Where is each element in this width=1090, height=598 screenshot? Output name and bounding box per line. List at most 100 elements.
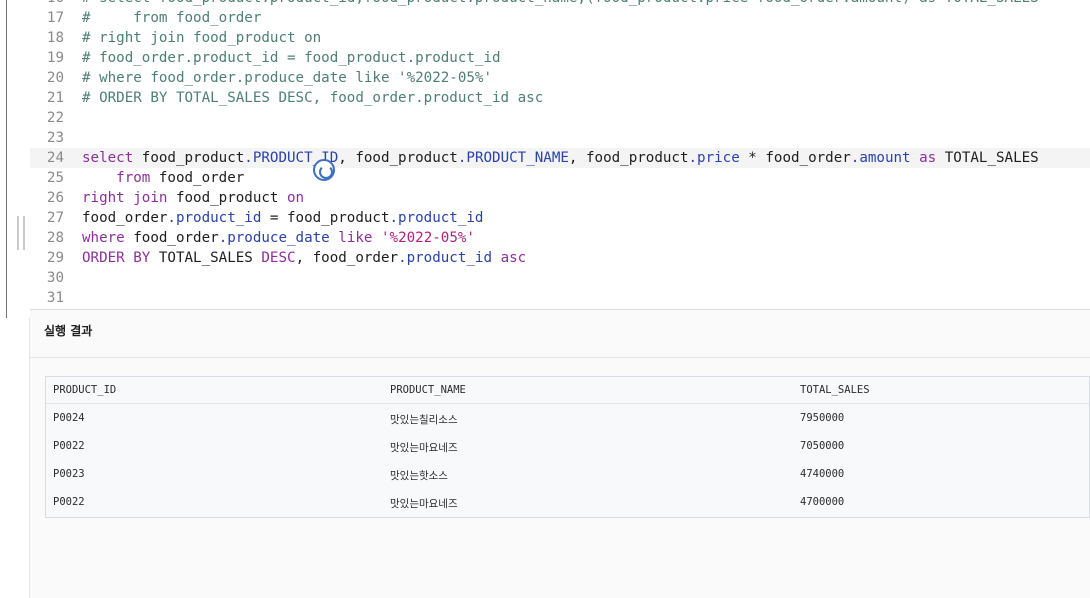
cell-total-sales: 7050000 (800, 440, 845, 452)
code-line[interactable]: 25 from food_order (30, 168, 1090, 188)
code-token: .amount (850, 150, 911, 166)
resize-handle[interactable] (17, 216, 25, 250)
table-row: P0022 맛있는마요네즈 4700000 (46, 489, 1089, 517)
code-token: , food_product (338, 150, 458, 166)
code-text: food_order.product_id = food_product.pro… (82, 208, 483, 228)
column-header-product-name[interactable]: PRODUCT_NAME (390, 384, 466, 396)
code-token: = food_product (261, 210, 390, 226)
code-text: # food_order.product_id = food_product.p… (82, 48, 501, 68)
line-number: 20 (46, 70, 64, 86)
code-token: , food_order (295, 250, 399, 266)
code-token: # food_order.product_id = food_product.p… (82, 50, 501, 66)
code-token: # from food_order (82, 10, 262, 26)
code-text: # right join food_product on (82, 28, 321, 48)
code-token: food_order (150, 170, 245, 186)
line-number: 26 (46, 190, 64, 206)
loading-spinner-icon (313, 159, 335, 181)
code-line[interactable]: 28 where food_order.produce_date like '%2… (30, 228, 1090, 248)
code-line[interactable]: 23 (30, 128, 1090, 148)
code-token: * food_order (739, 150, 851, 166)
code-text: # select food_product.product_id,food_pr… (82, 0, 1039, 8)
table-row: P0024 맛있는칠리소스 7950000 (46, 405, 1089, 433)
results-title: 실행 결과 (44, 324, 93, 338)
code-line[interactable]: 24 select food_product.PRODUCT_ID, food_p… (30, 148, 1090, 168)
code-line[interactable]: 16 # select food_product.product_id,food_… (30, 0, 1090, 8)
code-token: on (287, 190, 305, 206)
cell-product-id: P0022 (53, 496, 85, 508)
code-editor[interactable]: 16 # select food_product.product_id,food_… (30, 0, 1090, 310)
code-token: .price (688, 150, 740, 166)
cell-product-id: P0024 (53, 412, 85, 424)
code-token: select (82, 150, 134, 166)
code-token: from (82, 170, 151, 186)
line-number: 25 (46, 170, 64, 186)
code-text: where food_order.produce_date like '%202… (82, 228, 475, 248)
code-token: TOTAL_SALES (150, 250, 262, 266)
line-number: 22 (46, 110, 64, 126)
code-text: # where food_order.produce_date like '%2… (82, 68, 492, 88)
table-row: P0022 맛있는마요네즈 7050000 (46, 433, 1089, 461)
table-row: P0023 맛있는핫소스 4740000 (46, 461, 1089, 489)
line-number: 27 (46, 210, 64, 226)
code-text: from food_order (82, 168, 244, 188)
code-text: # from food_order (82, 8, 261, 28)
code-token: asc (492, 250, 527, 266)
code-token: where (82, 230, 125, 246)
left-rail (0, 0, 30, 598)
code-token: DESC (261, 250, 296, 266)
code-token: # where food_order.produce_date like '%2… (82, 70, 492, 86)
code-token: '%2022-05%' (380, 230, 475, 246)
code-token: .product_id (389, 210, 484, 226)
results-divider (30, 357, 1090, 358)
cell-product-name: 맛있는핫소스 (390, 470, 448, 482)
cell-product-name: 맛있는마요네즈 (390, 498, 458, 510)
code-token: .produce_date (218, 230, 330, 246)
code-token: like (329, 230, 381, 246)
code-line[interactable]: 21 # ORDER BY TOTAL_SALES DESC, food_orde… (30, 88, 1090, 108)
line-number: 30 (46, 270, 64, 286)
cell-total-sales: 4740000 (800, 468, 845, 480)
line-number: 16 (30, 0, 64, 8)
code-line[interactable]: 29 ORDER BY TOTAL_SALES DESC, food_order.… (30, 248, 1090, 268)
cell-product-name: 맛있는칠리소스 (390, 414, 458, 426)
table-header: PRODUCT_ID PRODUCT_NAME TOTAL_SALES (46, 377, 1089, 404)
line-number: 29 (46, 250, 64, 266)
code-token: , food_product (568, 150, 689, 166)
code-token: # select food_product.product_id,food_pr… (82, 0, 1039, 6)
line-number: 28 (46, 230, 64, 246)
code-token: .PRODUCT_NAME (457, 150, 569, 166)
code-token: ORDER BY (82, 250, 151, 266)
code-token: food_order (124, 230, 219, 246)
line-number: 17 (46, 10, 64, 26)
line-number: 21 (46, 90, 64, 106)
line-number: 23 (46, 130, 64, 146)
results-table: PRODUCT_ID PRODUCT_NAME TOTAL_SALES P002… (45, 376, 1090, 518)
line-number: 19 (46, 50, 64, 66)
code-text: right join food_product on (82, 188, 304, 208)
line-number: 18 (46, 30, 64, 46)
cell-total-sales: 7950000 (800, 412, 845, 424)
column-header-product-id[interactable]: PRODUCT_ID (53, 384, 116, 396)
cell-total-sales: 4700000 (800, 496, 845, 508)
results-panel: 실행 결과 PRODUCT_ID PRODUCT_NAME TOTAL_SALE… (30, 310, 1090, 598)
cell-product-id: P0023 (53, 468, 85, 480)
code-line[interactable]: 19 # food_order.product_id = food_product… (30, 48, 1090, 68)
code-line[interactable]: 22 (30, 108, 1090, 128)
code-line[interactable]: 20 # where food_order.produce_date like '… (30, 68, 1090, 88)
code-line[interactable]: 26 right join food_product on (30, 188, 1090, 208)
code-line[interactable]: 17 # from food_order (30, 8, 1090, 28)
code-token: # ORDER BY TOTAL_SALES DESC, food_order.… (82, 90, 544, 106)
code-line[interactable]: 30 (30, 268, 1090, 288)
code-line[interactable]: 27 food_order.product_id = food_product.p… (30, 208, 1090, 228)
column-header-total-sales[interactable]: TOTAL_SALES (800, 384, 870, 396)
code-token: food_order (82, 210, 168, 226)
code-token: as (910, 150, 937, 166)
code-token: .product_id (398, 250, 493, 266)
line-number: 31 (46, 290, 64, 306)
cell-product-id: P0022 (53, 440, 85, 452)
code-token: .product_id (167, 210, 262, 226)
code-line[interactable]: 18 # right join food_product on (30, 28, 1090, 48)
code-token: food_product (167, 190, 288, 206)
code-token: food_product (133, 150, 245, 166)
code-line[interactable]: 31 (30, 288, 1090, 308)
